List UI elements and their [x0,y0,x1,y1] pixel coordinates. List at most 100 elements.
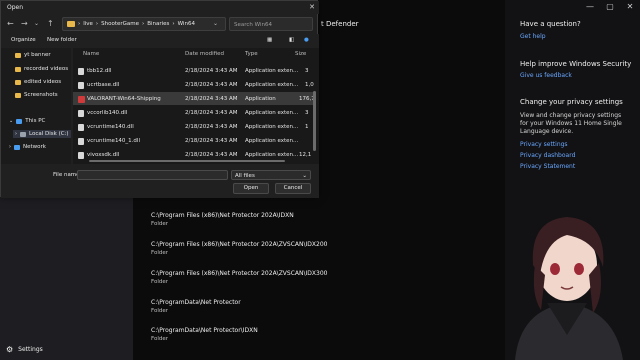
exclusion-path[interactable]: C:\ProgramData\Net Protector [151,299,241,306]
column-date-modified[interactable]: Date modified [185,51,224,57]
column-size[interactable]: Size [295,51,306,57]
file-row[interactable]: ucrtbase.dll 2/18/2024 3:43 AM Applicati… [73,78,314,91]
file-type: Application exten... [245,152,299,158]
chevron-down-icon: ⌄ [302,173,307,179]
computer-icon [16,118,23,124]
settings-label: Settings [18,346,43,353]
cancel-button[interactable]: Cancel [275,183,311,194]
exclusion-path[interactable]: C:\Program Files (x86)\Net Protector 202… [151,270,327,277]
recent-locations-icon[interactable]: ⌄ [34,20,39,27]
file-row-selected[interactable]: VALORANT-Win64-Shipping 2/18/2024 3:43 A… [73,92,315,105]
file-type: Application exten... [245,68,299,74]
file-row[interactable]: vcruntime140.dll 2/18/2024 3:43 AM Appli… [73,120,313,133]
exclusion-type: Folder [151,250,168,256]
sidebar-item-recorded-videos[interactable]: recorded videos [15,66,68,72]
file-size: 12,1 [299,152,312,158]
open-file-dialog: Open ✕ ← → ⌄ ↑ › live › ShooterGame › Bi… [0,0,319,198]
dialog-toolbar: Organize New folder ▦ ◧ ● [1,34,319,48]
dll-file-icon [78,138,84,145]
breadcrumb-item[interactable]: live [83,21,93,27]
vertical-scrollbar[interactable] [313,91,316,151]
file-type-filter[interactable]: All files ⌄ [231,170,311,180]
preview-pane-icon[interactable]: ◧ [289,37,294,43]
sidebar-item-local-disk[interactable]: › Local Disk (C:) [13,130,71,138]
file-name: VALORANT-Win64-Shipping [87,96,161,102]
file-date: 2/18/2024 3:43 AM [185,96,238,102]
network-icon [14,144,20,150]
improve-title: Help improve Windows Security [520,60,632,68]
sidebar-item-screenshots[interactable]: Screenshots [15,92,58,98]
column-type[interactable]: Type [245,51,258,57]
file-date: 2/18/2024 3:43 AM [185,152,238,158]
valorant-app-icon [78,96,85,103]
sidebar-item-edited-videos[interactable]: edited videos [15,79,61,85]
folder-icon [15,92,21,98]
sidebar-item-network[interactable]: › Network [9,144,46,150]
file-type: Application exten... [245,124,299,130]
vtuber-avatar [515,217,623,360]
close-window-icon[interactable]: ✕ [620,2,640,14]
privacy-settings-link[interactable]: Privacy settings [520,141,568,148]
chevron-down-icon: ⌄ [9,118,14,124]
file-row[interactable]: vcruntime140_1.dll 2/18/2024 3:43 AM App… [73,134,313,147]
drive-icon [20,131,26,137]
search-input[interactable]: Search Win64 [229,17,313,31]
up-arrow-icon[interactable]: ↑ [47,19,54,28]
exclusion-type: Folder [151,221,168,227]
minimize-icon[interactable]: — [580,2,600,14]
privacy-statement-link[interactable]: Privacy Statement [520,163,575,170]
privacy-title: Change your privacy settings [520,98,623,106]
breadcrumb-item[interactable]: Binaries [147,21,169,27]
settings-nav-item[interactable]: ⚙ Settings [6,345,43,354]
file-name-input[interactable] [77,170,228,180]
question-title: Have a question? [520,20,581,28]
privacy-dashboard-link[interactable]: Privacy dashboard [520,152,575,159]
help-icon[interactable]: ● [304,37,309,43]
breadcrumb-item[interactable]: ShooterGame [101,21,139,27]
file-name: vcruntime140_1.dll [87,138,140,144]
address-bar[interactable]: › live › ShooterGame › Binaries › Win64 [62,17,226,31]
navigation-pane: yt banner recorded videos edited videos … [1,48,71,164]
file-size: 1 [305,124,309,130]
maximize-icon[interactable]: ▢ [600,2,620,14]
open-button[interactable]: Open [233,183,269,194]
dll-file-icon [78,152,84,159]
file-size: 3 [305,68,309,74]
dialog-title-bar[interactable]: Open ✕ [1,1,319,14]
horizontal-scrollbar[interactable] [89,160,285,162]
dialog-footer: File name: All files ⌄ Open Cancel [1,164,319,198]
exclusion-path[interactable]: C:\Program Files (x86)\Net Protector 202… [151,241,327,248]
close-icon[interactable]: ✕ [309,3,315,11]
file-type: Application exten... [245,110,299,116]
column-name[interactable]: Name [83,51,99,57]
exclusion-path[interactable]: C:\ProgramData\Net Protector\IDXN [151,327,258,334]
forward-arrow-icon[interactable]: → [21,19,28,28]
file-name: vivoxsdk.dll [87,152,120,158]
privacy-description: View and change privacy settings for you… [520,112,622,135]
dll-file-icon [78,124,84,131]
navigation-bar: ← → ⌄ ↑ › live › ShooterGame › Binaries … [1,14,319,34]
address-dropdown-icon[interactable]: ⌄ [213,20,218,27]
back-arrow-icon[interactable]: ← [7,19,14,28]
organize-button[interactable]: Organize [11,37,36,43]
give-feedback-link[interactable]: Give us feedback [520,72,572,79]
breadcrumb-item[interactable]: Win64 [178,21,195,27]
folder-icon [67,21,75,27]
get-help-link[interactable]: Get help [520,33,546,40]
folder-icon [15,52,21,58]
new-folder-button[interactable]: New folder [47,37,77,43]
chevron-right-icon: › [9,144,11,150]
dll-file-icon [78,110,84,117]
folder-icon [15,79,21,85]
sidebar-item-yt-banner[interactable]: yt banner [15,52,51,58]
exclusion-path[interactable]: C:\Program Files (x86)\Net Protector 202… [151,212,294,219]
gear-icon: ⚙ [6,345,14,354]
file-row[interactable]: vccorlib140.dll 2/18/2024 3:43 AM Applic… [73,106,313,119]
file-type: Application exten... [245,138,299,144]
file-name: vccorlib140.dll [87,110,128,116]
exclusion-type: Folder [151,279,168,285]
sidebar-item-this-pc[interactable]: ⌄ This PC [9,118,45,124]
view-options-icon[interactable]: ▦ [267,37,272,43]
file-date: 2/18/2024 3:43 AM [185,124,238,130]
file-row[interactable]: tbb12.dll 2/18/2024 3:43 AM Application … [73,64,313,77]
